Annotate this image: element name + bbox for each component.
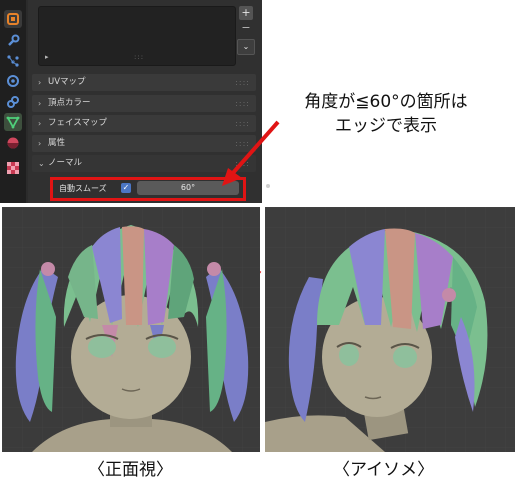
drag-grip-icon[interactable]: :::: <box>235 95 250 112</box>
physics-tab[interactable] <box>4 72 22 90</box>
material-icon <box>7 137 19 149</box>
caption-iso-view: 〈アイソメ〉 <box>333 460 435 480</box>
specials-dropdown-button[interactable]: ⌄ <box>237 39 255 55</box>
section-label: 属性 <box>48 138 66 148</box>
section-label: UVマップ <box>48 77 86 87</box>
mesh-data-tab[interactable] <box>4 113 22 131</box>
annotation-line-2: エッジで表示 <box>335 116 437 136</box>
particles-tab[interactable] <box>4 52 22 70</box>
particles-icon <box>7 55 19 67</box>
texture-tab[interactable] <box>4 159 22 177</box>
drag-grip-icon[interactable]: :::: <box>235 115 250 132</box>
mesh-data-properties: ▸ ::: + − ⌄ › UVマップ :::: › 頂点カラー :::: › … <box>28 0 270 203</box>
caption-front-view: 〈正面視〉 <box>88 460 173 480</box>
add-button[interactable]: + <box>239 6 253 20</box>
chevron-right-icon: › <box>38 139 42 148</box>
section-face-maps[interactable]: › フェイスマップ :::: <box>32 115 256 132</box>
auto-smooth-row-highlight: 自動スムーズ ✓ 60° <box>50 177 246 201</box>
viewport-front-view <box>2 207 260 452</box>
chevron-down-icon: ⌄ <box>38 159 45 168</box>
character-front-render <box>2 207 260 452</box>
constraints-icon <box>7 96 19 108</box>
modifier-icon <box>7 13 19 25</box>
constraints-tab[interactable] <box>4 93 22 111</box>
chevron-right-icon: › <box>38 78 42 87</box>
drag-grip-icon[interactable]: :::: <box>235 155 250 172</box>
modifier-tab[interactable] <box>4 10 22 28</box>
auto-smooth-angle-field[interactable]: 60° <box>137 181 239 195</box>
drag-grip-icon[interactable]: :::: <box>235 135 250 152</box>
section-normals[interactable]: ⌄ ノーマル :::: <box>32 155 256 172</box>
section-label: フェイスマップ <box>48 118 107 128</box>
section-uv-maps[interactable]: › UVマップ :::: <box>32 74 256 91</box>
chevron-right-icon: › <box>38 99 42 108</box>
section-vertex-colors[interactable]: › 頂点カラー :::: <box>32 95 256 112</box>
remove-button[interactable]: − <box>239 21 253 35</box>
mesh-data-icon <box>6 116 20 129</box>
chevron-right-icon: › <box>38 119 42 128</box>
section-label: ノーマル <box>48 158 83 168</box>
attribute-list-box[interactable]: ▸ ::: <box>38 6 236 66</box>
annotation-line-1: 角度が≦60°の箇所は <box>304 92 468 112</box>
list-resize-grip[interactable]: ::: <box>134 53 144 61</box>
drag-grip-icon[interactable]: :::: <box>235 74 250 91</box>
properties-tab-strip <box>0 0 26 203</box>
properties-panel: ▸ ::: + − ⌄ › UVマップ :::: › 頂点カラー :::: › … <box>0 0 270 203</box>
auto-smooth-checkbox[interactable]: ✓ <box>121 183 131 193</box>
section-label: 頂点カラー <box>48 98 91 108</box>
viewport-iso-view <box>265 207 515 452</box>
character-iso-render <box>265 207 515 452</box>
physics-icon <box>7 75 19 87</box>
texture-icon <box>7 162 19 174</box>
section-attributes[interactable]: › 属性 :::: <box>32 135 256 152</box>
auto-smooth-label: 自動スムーズ <box>59 184 107 193</box>
material-tab[interactable] <box>4 134 22 152</box>
keyframe-dot-icon[interactable] <box>266 184 270 188</box>
list-expand-icon[interactable]: ▸ <box>45 53 49 61</box>
annotation-text: 角度が≦60°の箇所は エッジで表示 <box>268 90 504 138</box>
tool-tab[interactable] <box>4 32 22 50</box>
wrench-icon <box>8 34 20 46</box>
